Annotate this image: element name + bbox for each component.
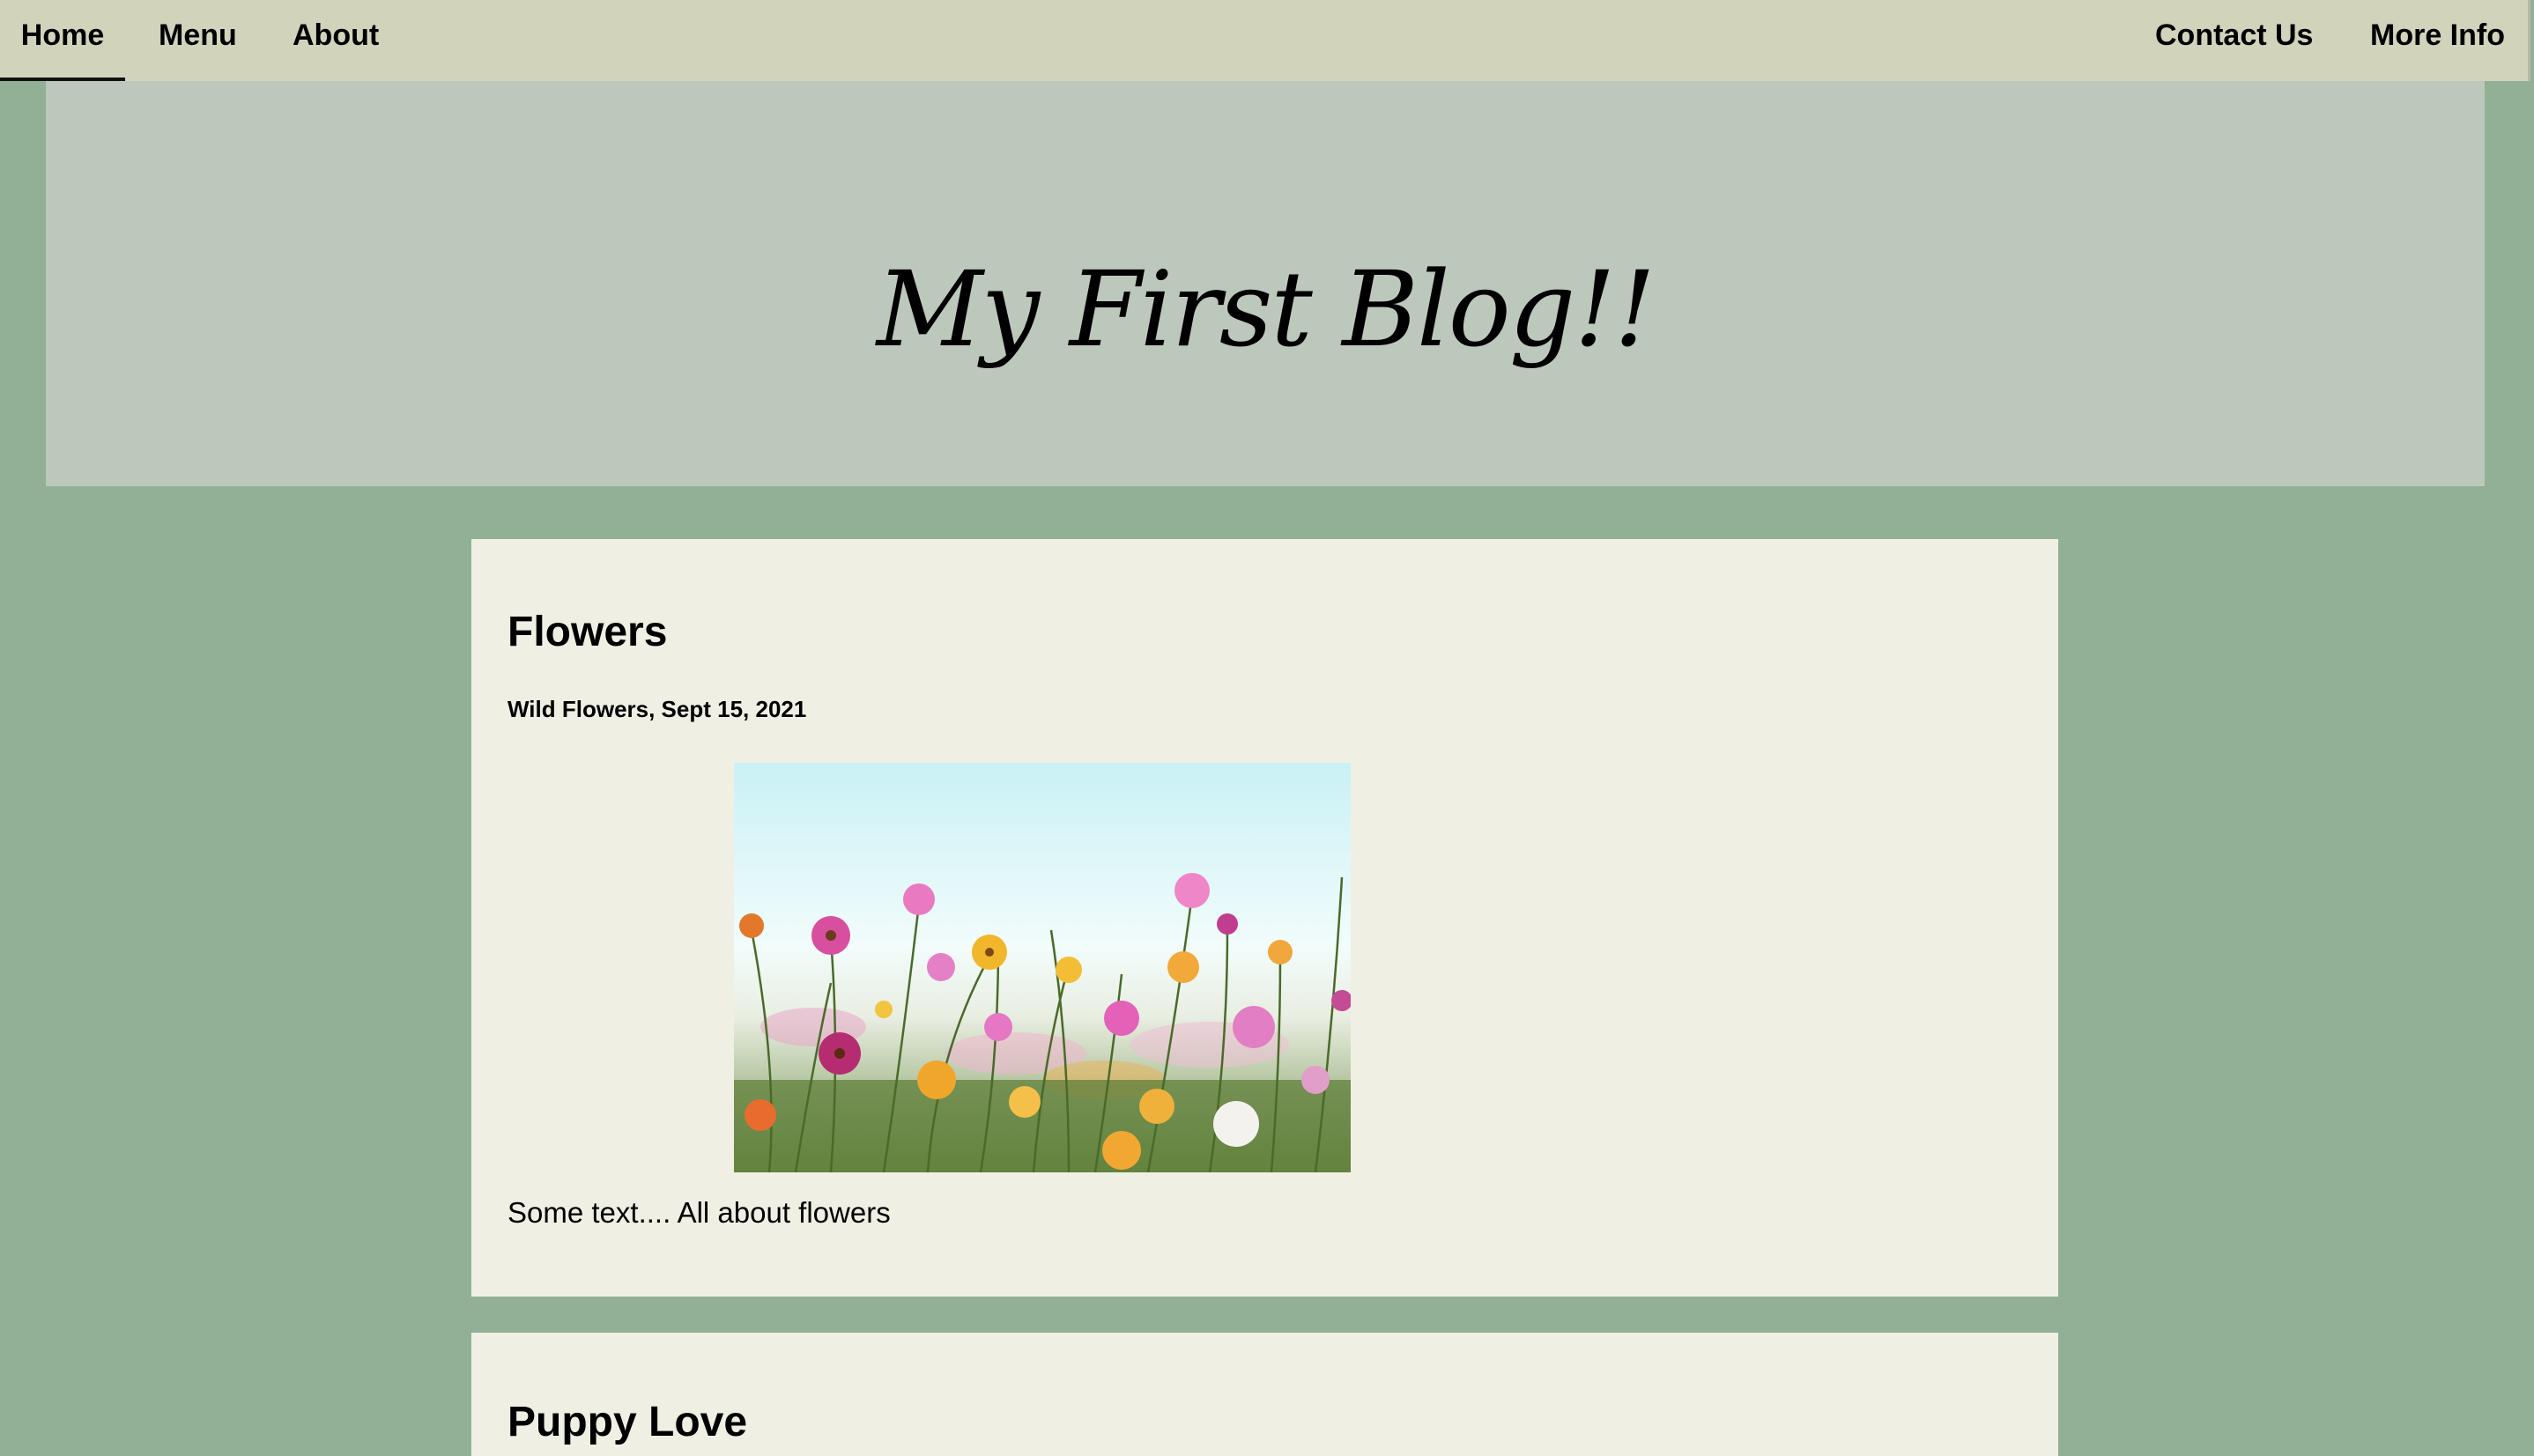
blog-header: My First Blog!!: [46, 81, 2485, 486]
post-subtitle-date: Wild Flowers, Sept 15, 2021: [508, 696, 807, 722]
wildflowers-image: [734, 763, 1351, 1172]
wildflowers-photo: [734, 763, 1351, 1172]
post-body-text: Some text.... All about flowers: [508, 1196, 891, 1229]
nav-link-more-info[interactable]: More Info: [2370, 0, 2505, 81]
nav-link-about[interactable]: About: [293, 0, 379, 81]
post-title: Puppy Love: [508, 1399, 748, 1445]
nav-link-home[interactable]: Home: [0, 0, 125, 81]
nav-link-menu[interactable]: Menu: [159, 0, 237, 81]
top-navigation-bar: Home Menu About Contact Us More Info: [0, 0, 2530, 81]
nav-link-contact-us[interactable]: Contact Us: [2155, 0, 2313, 81]
blog-post-card: Flowers Wild Flowers, Sept 15, 2021 Some…: [471, 539, 2058, 1297]
post-title: Flowers: [508, 609, 668, 655]
blog-post-card: Puppy Love: [471, 1333, 2058, 1456]
blog-title: My First Blog!!: [876, 248, 1656, 370]
